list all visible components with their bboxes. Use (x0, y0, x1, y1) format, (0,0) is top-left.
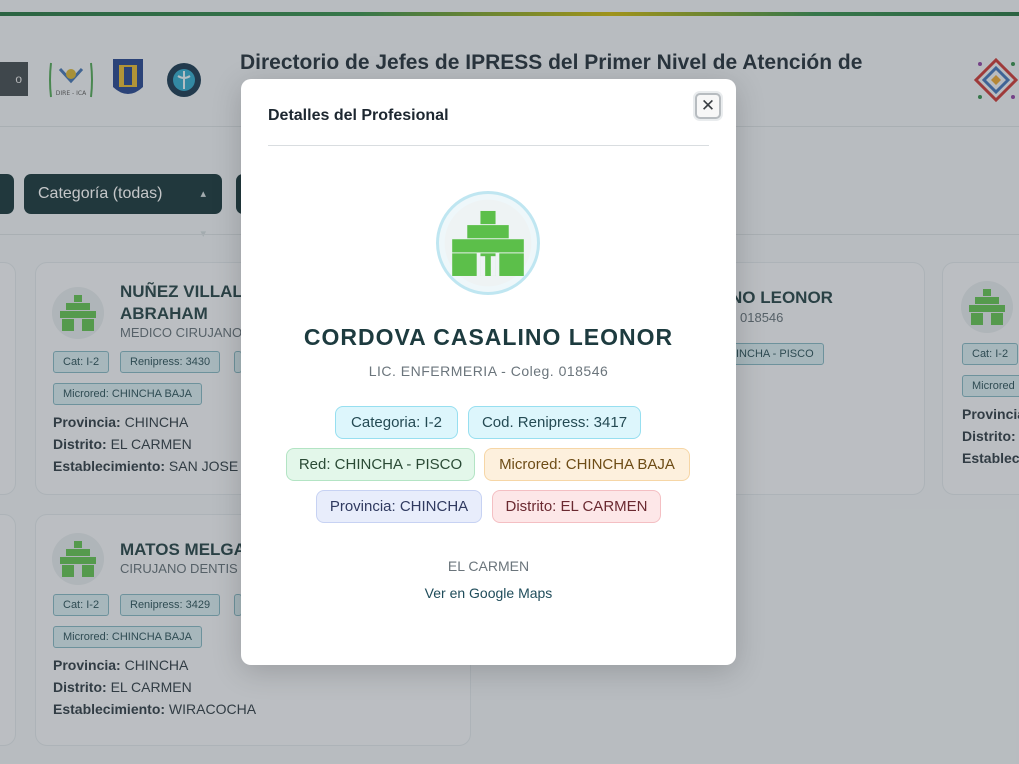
distrito-badge: Distrito: EL CARMEN (492, 490, 661, 523)
renipress-badge: Cod. Renipress: 3417 (468, 406, 641, 439)
establecimiento-text: EL CARMEN (447, 558, 530, 574)
google-maps-link[interactable]: Ver en Google Maps (241, 585, 736, 601)
provincia-badge: Provincia: CHINCHA (316, 490, 482, 523)
modal-divider (268, 145, 709, 146)
close-button[interactable]: ✕ (695, 93, 721, 119)
red-badge: Red: CHINCHA - PISCO (286, 448, 475, 481)
professional-details-modal: Detalles del Profesional ✕ CORDOVA CASAL… (241, 79, 736, 665)
category-badge: Categoria: I-2 (335, 406, 458, 439)
professional-profession: LIC. ENFERMERIA - Coleg. 018546 (368, 363, 609, 379)
microred-badge: Microred: CHINCHA BAJA (484, 448, 690, 481)
modal-title: Detalles del Profesional (268, 107, 449, 124)
health-cross-icon (436, 191, 540, 295)
close-icon: ✕ (700, 96, 716, 115)
professional-name: CORDOVA CASALINO LEONOR (303, 324, 674, 350)
